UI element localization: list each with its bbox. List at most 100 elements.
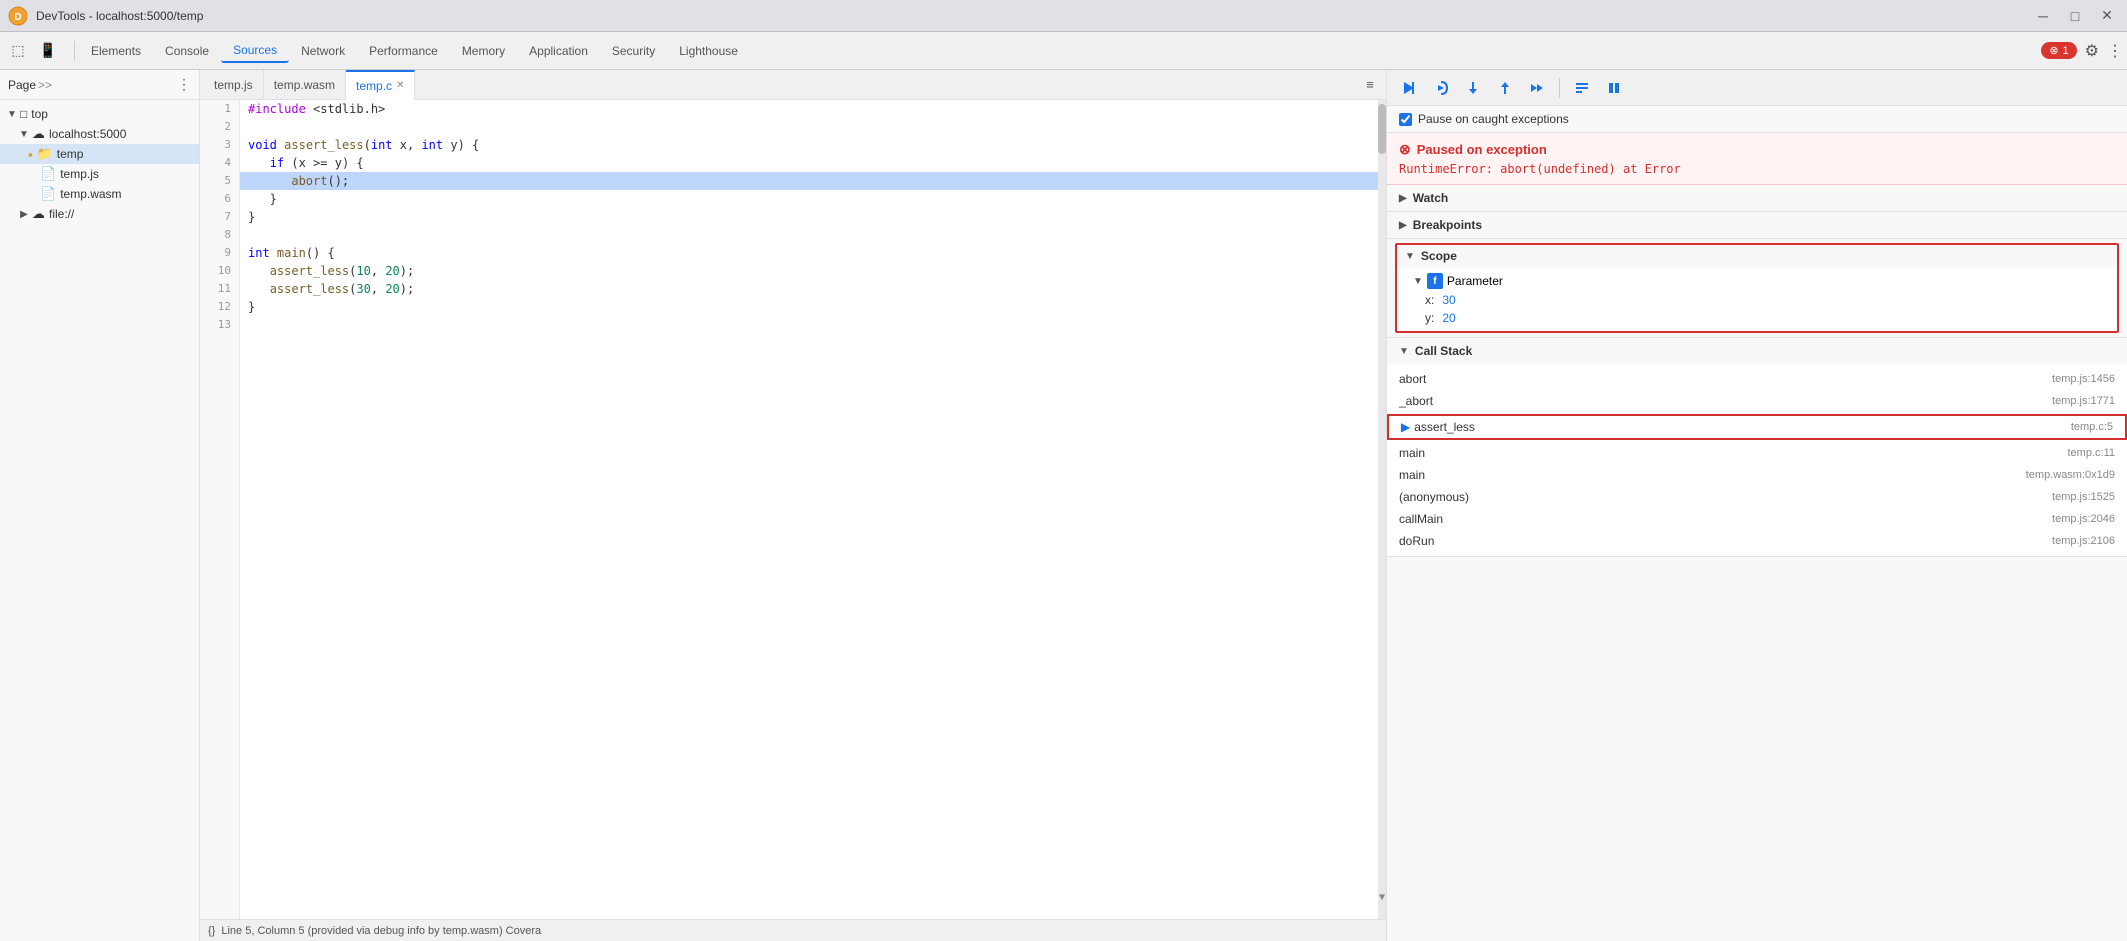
close-button[interactable]: ✕ [2095,4,2119,28]
callstack-name-main1: main [1399,446,1425,460]
callstack-item-anonymous[interactable]: (anonymous) temp.js:1525 [1387,486,2127,508]
tree-item-tempwasm[interactable]: 📄 temp.wasm [0,184,199,204]
error-badge[interactable]: ⊗ 1 [2041,42,2076,59]
tab-security[interactable]: Security [600,40,667,62]
device-icon[interactable]: 📱 [34,37,62,65]
tree-item-localhost[interactable]: ▼ ☁ localhost:5000 [0,124,199,144]
settings-icon[interactable]: ⚙ [2085,41,2099,61]
js-file-icon: 📄 [40,166,56,182]
resume-btn[interactable] [1395,74,1423,102]
scrollbar-track[interactable]: ▼ [1378,100,1386,919]
tree-label-tempwasm: temp.wasm [60,187,121,201]
callstack-name-_abort: _abort [1399,394,1433,408]
code-line-8 [240,226,1386,244]
step-btn[interactable] [1523,74,1551,102]
callstack-section: ▼ Call Stack abort temp.js:1456 _abort t… [1387,338,2127,557]
pause-btn[interactable] [1600,74,1628,102]
watch-section: ▶ Watch [1387,185,2127,212]
callstack-loc-main1: temp.c:11 [2068,447,2116,459]
param-arrow-icon: ▼ [1413,276,1423,287]
pause-exceptions-checkbox[interactable] [1399,113,1412,126]
pause-error-text: RuntimeError: abort(undefined) at Error [1399,162,2115,176]
scroll-down-arrow[interactable]: ▼ [1378,892,1386,903]
scope-content: ▼ f Parameter x: 30 y: 20 [1397,267,2117,331]
file-tab-tempwasm[interactable]: temp.wasm [264,70,346,100]
line-num-7: 7 [200,208,239,226]
tab-elements[interactable]: Elements [79,40,153,62]
breakpoints-section-header[interactable]: ▶ Breakpoints [1387,212,2127,238]
callstack-item-callMain[interactable]: callMain temp.js:2046 [1387,508,2127,530]
tab-application[interactable]: Application [517,40,600,62]
step-out-btn[interactable] [1491,74,1519,102]
more-pages-icon[interactable]: >> [38,78,52,92]
step-into-btn[interactable] [1459,74,1487,102]
cloud-icon-file: ☁ [32,206,45,222]
tab-sources[interactable]: Sources [221,39,289,63]
code-line-6: } [240,190,1386,208]
callstack-item-abort[interactable]: abort temp.js:1456 [1387,368,2127,390]
tree-label-tempjs: temp.js [60,167,99,181]
scope-box: ▼ Scope ▼ f Parameter x: 30 y: 20 [1395,243,2119,333]
tree-arrow-file: ▶ [16,206,32,222]
tab-sync-icon[interactable]: ≡ [1358,73,1382,97]
code-panel: temp.js temp.wasm temp.c ✕ ≡ 1 2 3 4 5 6 [200,70,1387,941]
brace-icon: {} [208,925,215,937]
tab-memory[interactable]: Memory [450,40,517,62]
file-tab-close-icon[interactable]: ✕ [396,80,404,91]
code-line-12: } [240,298,1386,316]
pause-exceptions-label: Pause on caught exceptions [1418,112,1569,126]
scope-section-header[interactable]: ▼ Scope [1397,245,2117,267]
file-tab-tempjs[interactable]: temp.js [204,70,264,100]
main-layout: Page >> ⋮ ▼ □ top ▼ ☁ localhost:5000 ▪ 📁 [0,70,2127,941]
callstack-item-assert_less[interactable]: ▶ assert_less temp.c:5 [1387,414,2127,440]
minimize-button[interactable]: ─ [2031,4,2055,28]
tree-item-file[interactable]: ▶ ☁ file:// [0,204,199,224]
maximize-button[interactable]: □ [2063,4,2087,28]
tree-item-top[interactable]: ▼ □ top [0,104,199,124]
callstack-name-doRun: doRun [1399,534,1434,548]
sidebar-menu-icon[interactable]: ⋮ [177,76,191,93]
callstack-item-main2[interactable]: main temp.wasm:0x1d9 [1387,464,2127,486]
line-num-4: 4 [200,154,239,172]
topnav-left-icons: ⬚ 📱 [4,37,62,65]
callstack-item-doRun[interactable]: doRun temp.js:2106 [1387,530,2127,552]
tree-item-temp[interactable]: ▪ 📁 temp [0,144,199,164]
tree-arrow-top: ▼ [4,106,20,122]
tree-label-top: top [31,107,48,121]
callstack-item-main1[interactable]: main temp.c:11 [1387,442,2127,464]
watch-arrow-icon: ▶ [1399,193,1407,204]
param-f-icon: f [1427,273,1443,289]
window-title: DevTools - localhost:5000/temp [36,9,2031,23]
step-over-btn[interactable] [1427,74,1455,102]
line-num-6: 6 [200,190,239,208]
scope-param-header[interactable]: ▼ f Parameter [1397,271,2117,291]
debug-toolbar [1387,70,2127,106]
line-num-13: 13 [200,316,239,334]
breakpoints-section: ▶ Breakpoints [1387,212,2127,239]
scope-val-x: 30 [1442,293,1455,307]
debug-panel: Pause on caught exceptions ⊗ Paused on e… [1387,70,2127,941]
callstack-loc-callMain: temp.js:2046 [2052,513,2115,525]
deactivate-btn[interactable] [1568,74,1596,102]
callstack-name-main2: main [1399,468,1425,482]
line-num-3: 3 [200,136,239,154]
tab-console[interactable]: Console [153,40,221,62]
page-label: Page [8,78,36,92]
folder-visual-temp: 📁 [37,146,53,162]
tab-performance[interactable]: Performance [357,40,450,62]
tree-item-tempjs[interactable]: 📄 temp.js [0,164,199,184]
callstack-item-_abort[interactable]: _abort temp.js:1771 [1387,390,2127,412]
callstack-section-header[interactable]: ▼ Call Stack [1387,338,2127,364]
wasm-file-icon: 📄 [40,186,56,202]
more-options-icon[interactable]: ⋮ [2107,41,2123,61]
tab-lighthouse[interactable]: Lighthouse [667,40,750,62]
code-line-11: assert_less(30, 20); [240,280,1386,298]
pause-exceptions-row: Pause on caught exceptions [1387,106,2127,133]
inspect-icon[interactable]: ⬚ [4,37,32,65]
scrollbar-thumb[interactable] [1378,104,1386,154]
tab-network[interactable]: Network [289,40,357,62]
pause-banner: ⊗ Paused on exception RuntimeError: abor… [1387,133,2127,185]
watch-section-header[interactable]: ▶ Watch [1387,185,2127,211]
file-tab-tempc[interactable]: temp.c ✕ [346,70,415,100]
cloud-icon-localhost: ☁ [32,126,45,142]
